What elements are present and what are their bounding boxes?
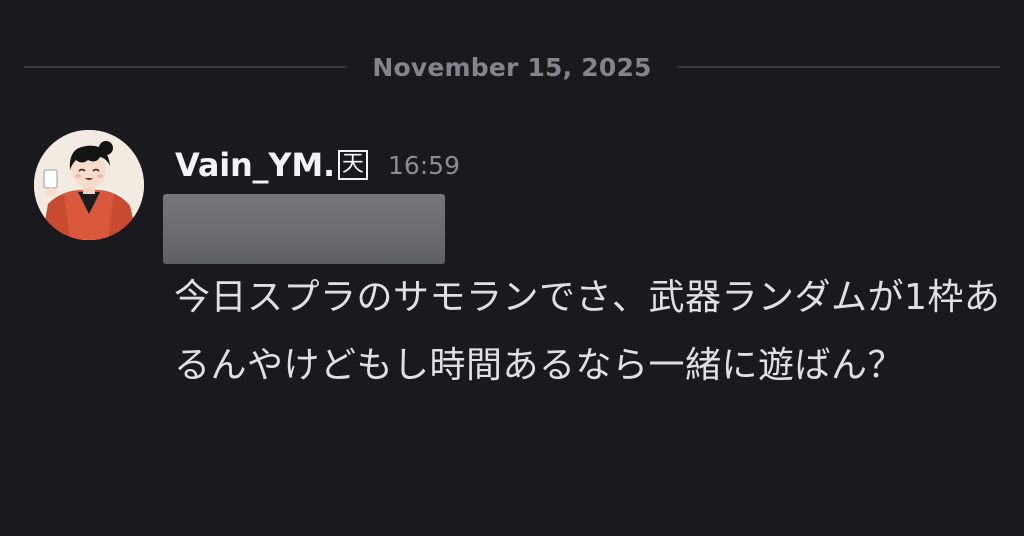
divider-line-right bbox=[677, 66, 1001, 68]
avatar[interactable] bbox=[34, 130, 144, 240]
author-username[interactable]: Vain_YM. bbox=[175, 146, 335, 184]
date-divider-label: November 15, 2025 bbox=[372, 52, 652, 82]
author-tag-badge: 天 bbox=[337, 150, 368, 180]
redacted-block bbox=[163, 194, 445, 264]
avatar-illustration-icon bbox=[34, 130, 144, 240]
message-header: Vain_YM. 天 16:59 bbox=[175, 140, 460, 190]
message-text: 今日スプラのサモランでさ、武器ランダムが1枠あるんやけどもし時間あるなら一緒に遊… bbox=[174, 277, 1001, 386]
date-divider: November 15, 2025 bbox=[24, 42, 1001, 92]
divider-line-left bbox=[24, 66, 347, 68]
message-timestamp[interactable]: 16:59 bbox=[388, 151, 460, 180]
